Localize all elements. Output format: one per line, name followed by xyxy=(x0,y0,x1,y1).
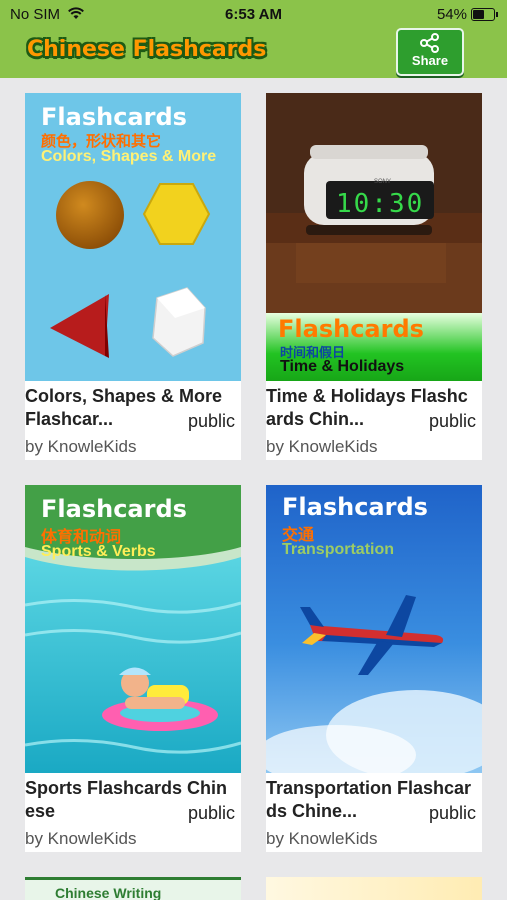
visibility-badge: public xyxy=(428,803,476,823)
share-button[interactable]: Share xyxy=(396,28,464,76)
cover-english: Colors, Shapes & More xyxy=(41,148,217,165)
battery-icon xyxy=(471,8,498,21)
cover-title: Chinese Writing xyxy=(55,885,162,900)
deck-cover-transportation[interactable]: Flashcards 交通 Transportation xyxy=(266,485,482,773)
deck-title-line1: Transportation Flashcar xyxy=(266,778,472,798)
deck-cover-sports[interactable]: Flashcards 体育和动词 Sports & Verbs xyxy=(25,485,241,773)
deck-cover-next[interactable] xyxy=(266,877,482,900)
deck-author: by KnowleKids xyxy=(266,437,378,456)
cover-title: Flashcards xyxy=(278,315,424,343)
flashcard-deck-colors[interactable]: Flashcards 颜色，形状和其它 Colors, Shapes & Mor… xyxy=(25,93,241,460)
cover-title: Flashcards xyxy=(41,103,187,131)
clock-brand: SONY xyxy=(374,179,392,185)
share-label: Share xyxy=(411,53,449,68)
cover-title: Flashcards xyxy=(41,495,187,523)
flashcard-deck-transportation[interactable]: Flashcards 交通 Transportation Transportat… xyxy=(266,485,482,852)
deck-cover-time[interactable]: SONY 10:30 Flashcards 时间和假日 Time & Holid… xyxy=(266,93,482,381)
clock-display: 10:30 xyxy=(336,189,425,219)
visibility-badge: public xyxy=(187,803,235,823)
deck-title-line1: Sports Flashcards Chin xyxy=(25,778,228,798)
app-logo: Chinese Flashcards xyxy=(27,37,267,62)
deck-author: by KnowleKids xyxy=(25,437,137,456)
nav-bar: Chinese Flashcards Share xyxy=(0,28,507,78)
cover-banner: Flashcards 时间和假日 Time & Holidays xyxy=(266,313,482,381)
visibility-badge: public xyxy=(187,411,235,431)
cover-english: Sports & Verbs xyxy=(41,543,156,560)
deck-author: by KnowleKids xyxy=(266,829,378,848)
cover-english: Transportation xyxy=(282,541,395,558)
deck-title-line1: Time & Holidays Flashc xyxy=(266,386,468,406)
deck-author: by KnowleKids xyxy=(25,829,137,848)
deck-cover-colors[interactable]: Flashcards 颜色，形状和其它 Colors, Shapes & Mor… xyxy=(25,93,241,381)
cover-title: Flashcards xyxy=(282,493,428,521)
flashcard-deck-writing[interactable]: Chinese Writing xyxy=(25,877,241,900)
battery-percent: 54% xyxy=(436,6,467,23)
deck-title-line1: Colors, Shapes & More xyxy=(25,386,223,406)
battery-status: 54% xyxy=(436,6,498,23)
flashcard-deck-next[interactable] xyxy=(266,877,482,900)
deck-cover-writing[interactable]: Chinese Writing xyxy=(25,877,241,900)
visibility-badge: public xyxy=(428,411,476,431)
flashcard-deck-sports[interactable]: Flashcards 体育和动词 Sports & Verbs Sports F… xyxy=(25,485,241,852)
clock-time: 6:53 AM xyxy=(225,6,282,23)
cover-english: Time & Holidays xyxy=(280,358,405,375)
flashcard-deck-time[interactable]: SONY 10:30 Flashcards 时间和假日 Time & Holid… xyxy=(266,93,482,460)
share-icon xyxy=(420,33,439,53)
status-bar: No SIM 6:53 AM 54% xyxy=(0,0,507,28)
shapes-illustration xyxy=(50,181,211,358)
